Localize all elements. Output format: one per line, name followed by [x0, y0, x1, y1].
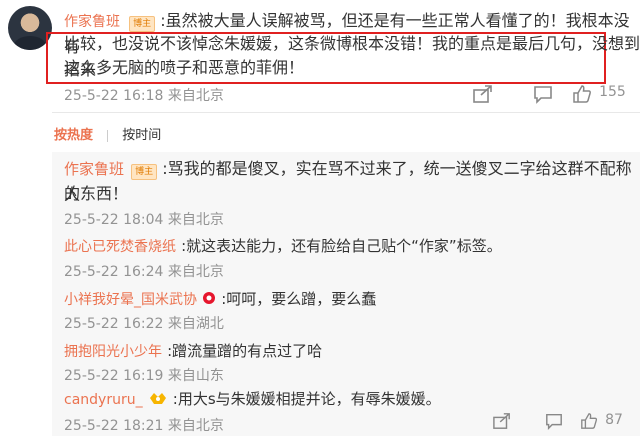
like-icon — [572, 84, 592, 108]
like-icon — [580, 412, 598, 434]
reply-text-cont: 的东西！ — [64, 184, 129, 203]
main-comment-username[interactable]: 作家鲁班 — [64, 14, 120, 30]
reply-timestamp: 25-5-22 16:24 来自北京 — [64, 264, 224, 280]
like-button[interactable]: 87 — [580, 412, 623, 434]
list-item: 此心已死焚香烧纸 :就这表达能力，还有脸给自己贴个“作家”标签。 — [64, 233, 502, 259]
reply-text: :蹭流量蹭的有点过了哈 — [167, 342, 323, 360]
divider — [52, 112, 640, 113]
reply-text: :就这表达能力，还有脸给自己贴个“作家”标签。 — [181, 237, 502, 255]
reply-timestamp: 25-5-22 18:21 来自北京 — [64, 418, 224, 434]
reply-username[interactable]: 小祥我好晕_国米武协 — [64, 292, 197, 308]
reply-username[interactable]: 拥抱阳光小少年 — [64, 344, 162, 360]
fan-badge-icon — [148, 390, 168, 410]
share-icon[interactable] — [492, 412, 512, 434]
sort-hot-tab[interactable]: 按热度 — [54, 128, 93, 143]
reply-text: :呵呵，要么蹭，要么蠢 — [221, 290, 377, 308]
reply-username[interactable]: 作家鲁班 — [64, 160, 124, 178]
sort-time-tab[interactable]: 按时间 — [122, 128, 161, 143]
like-count: 87 — [605, 412, 623, 428]
comment-icon[interactable] — [544, 412, 564, 434]
share-icon[interactable] — [472, 84, 494, 108]
list-item: 拥抱阳光小少年 :蹭流量蹭的有点过了哈 — [64, 338, 322, 364]
author-badge: 博主 — [129, 16, 156, 32]
list-item: 作家鲁班 博主 :骂我的都是傻叉，实在骂不过来了，统一送傻叉二字给这群不配称人 — [64, 156, 640, 208]
reply-text: :用大s与朱媛媛相提并论，有辱朱媛媛。 — [172, 390, 441, 408]
reply-username[interactable]: 此心已死焚香烧纸 — [64, 239, 176, 255]
divider — [107, 129, 109, 142]
reply-timestamp: 25-5-22 18:04 来自北京 — [64, 212, 224, 228]
main-comment-text-line3: 这么多无脑的喷子和恶意的菲佣！ — [64, 58, 305, 77]
sort-bar: 按热度 按时间 — [54, 124, 161, 143]
comment-icon[interactable] — [532, 84, 554, 108]
reply-username[interactable]: candyruru_ — [64, 392, 143, 408]
reply-timestamp: 25-5-22 16:22 来自湖北 — [64, 316, 224, 332]
like-button[interactable]: 155 — [572, 84, 626, 108]
author-badge: 博主 — [131, 164, 158, 180]
main-comment-timestamp: 25-5-22 16:18 来自北京 — [64, 88, 224, 104]
list-item: candyruru_ :用大s与朱媛媛相提并论，有辱朱媛媛。 — [64, 386, 441, 412]
like-count: 155 — [599, 84, 626, 100]
reply-timestamp: 25-5-22 16:19 来自山东 — [64, 368, 224, 384]
weibo-badge-icon — [202, 290, 216, 309]
list-item: 小祥我好晕_国米武协 :呵呵，要么蹭，要么蠢 — [64, 286, 376, 312]
